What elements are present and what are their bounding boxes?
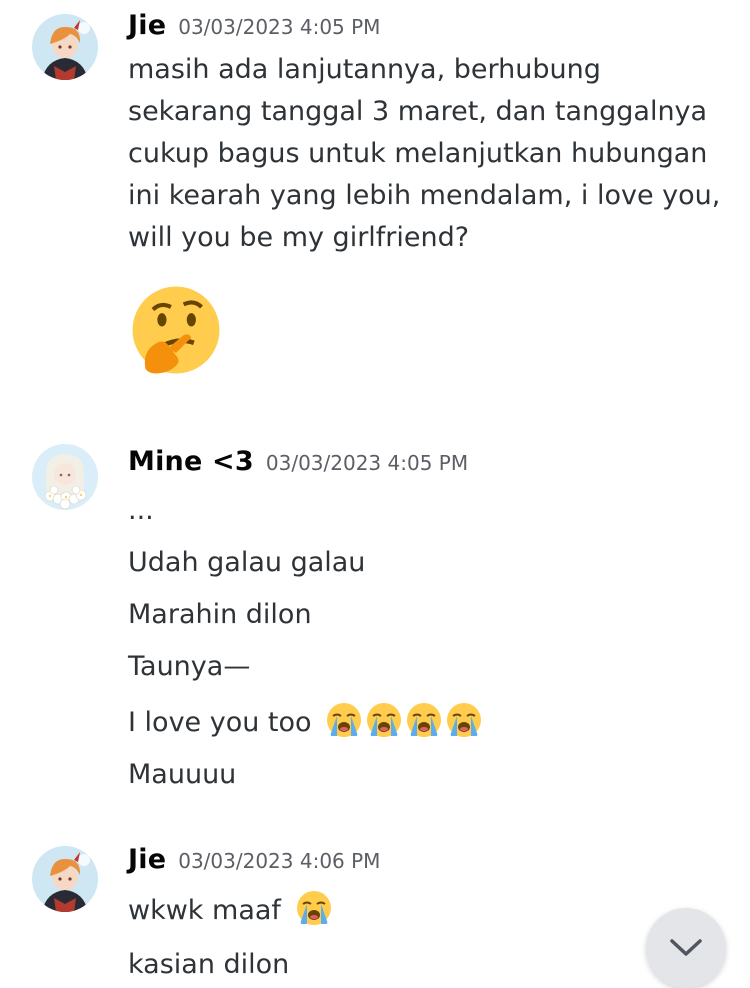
loudly-crying-face-emoji-icon [366,702,402,751]
chevron-down-icon [670,939,702,956]
loudly-crying-face-emoji-icon [406,702,442,751]
message-line: Udah galau galau [128,547,366,578]
timestamp: 03/03/2023 4:05 PM [178,15,381,39]
message-line-with-emoji: I love you too [128,702,482,751]
username[interactable]: Jie [128,10,166,41]
message-line: Marahin dilon [128,599,312,630]
user-avatar[interactable] [32,444,98,510]
message-text: masih ada lanjutannya, berhubung sekaran… [128,54,721,253]
loudly-crying-face-emoji-icon [296,890,332,939]
timestamp: 03/03/2023 4:05 PM [265,451,469,475]
timestamp: 03/03/2023 4:06 PM [178,849,381,873]
anime-boy-avatar-icon [32,846,98,912]
message-group-2: Mine <3 03/03/2023 4:05 PM ... Udah galau… [0,430,750,810]
anime-boy-avatar-icon [32,14,98,80]
message-line: ... [128,495,154,526]
message-group-3: Jie 03/03/2023 4:06 PM wkwk maaf kasian d… [0,830,750,985]
message-line-text: wkwk maaf [128,895,281,926]
username[interactable]: Jie [128,844,166,875]
message-line-text: I love you too [128,707,312,738]
message-line-with-emoji: wkwk maaf [128,890,332,939]
loudly-crying-face-emoji-icon [446,702,482,751]
anime-girl-flowers-avatar-icon [32,444,98,510]
jump-to-present-button[interactable] [646,908,726,988]
user-avatar[interactable] [32,846,98,912]
message-group-1: Jie 03/03/2023 4:05 PM masih ada lanjutan… [0,0,750,400]
message-line: Taunya— [128,651,251,682]
username[interactable]: Mine <3 [128,446,254,477]
thinking-face-emoji-icon [132,286,220,374]
message-line: Mauuuu [128,759,237,790]
loudly-crying-face-emoji-icon [326,702,362,751]
user-avatar[interactable] [32,14,98,80]
message-line: kasian dilon [128,949,290,980]
